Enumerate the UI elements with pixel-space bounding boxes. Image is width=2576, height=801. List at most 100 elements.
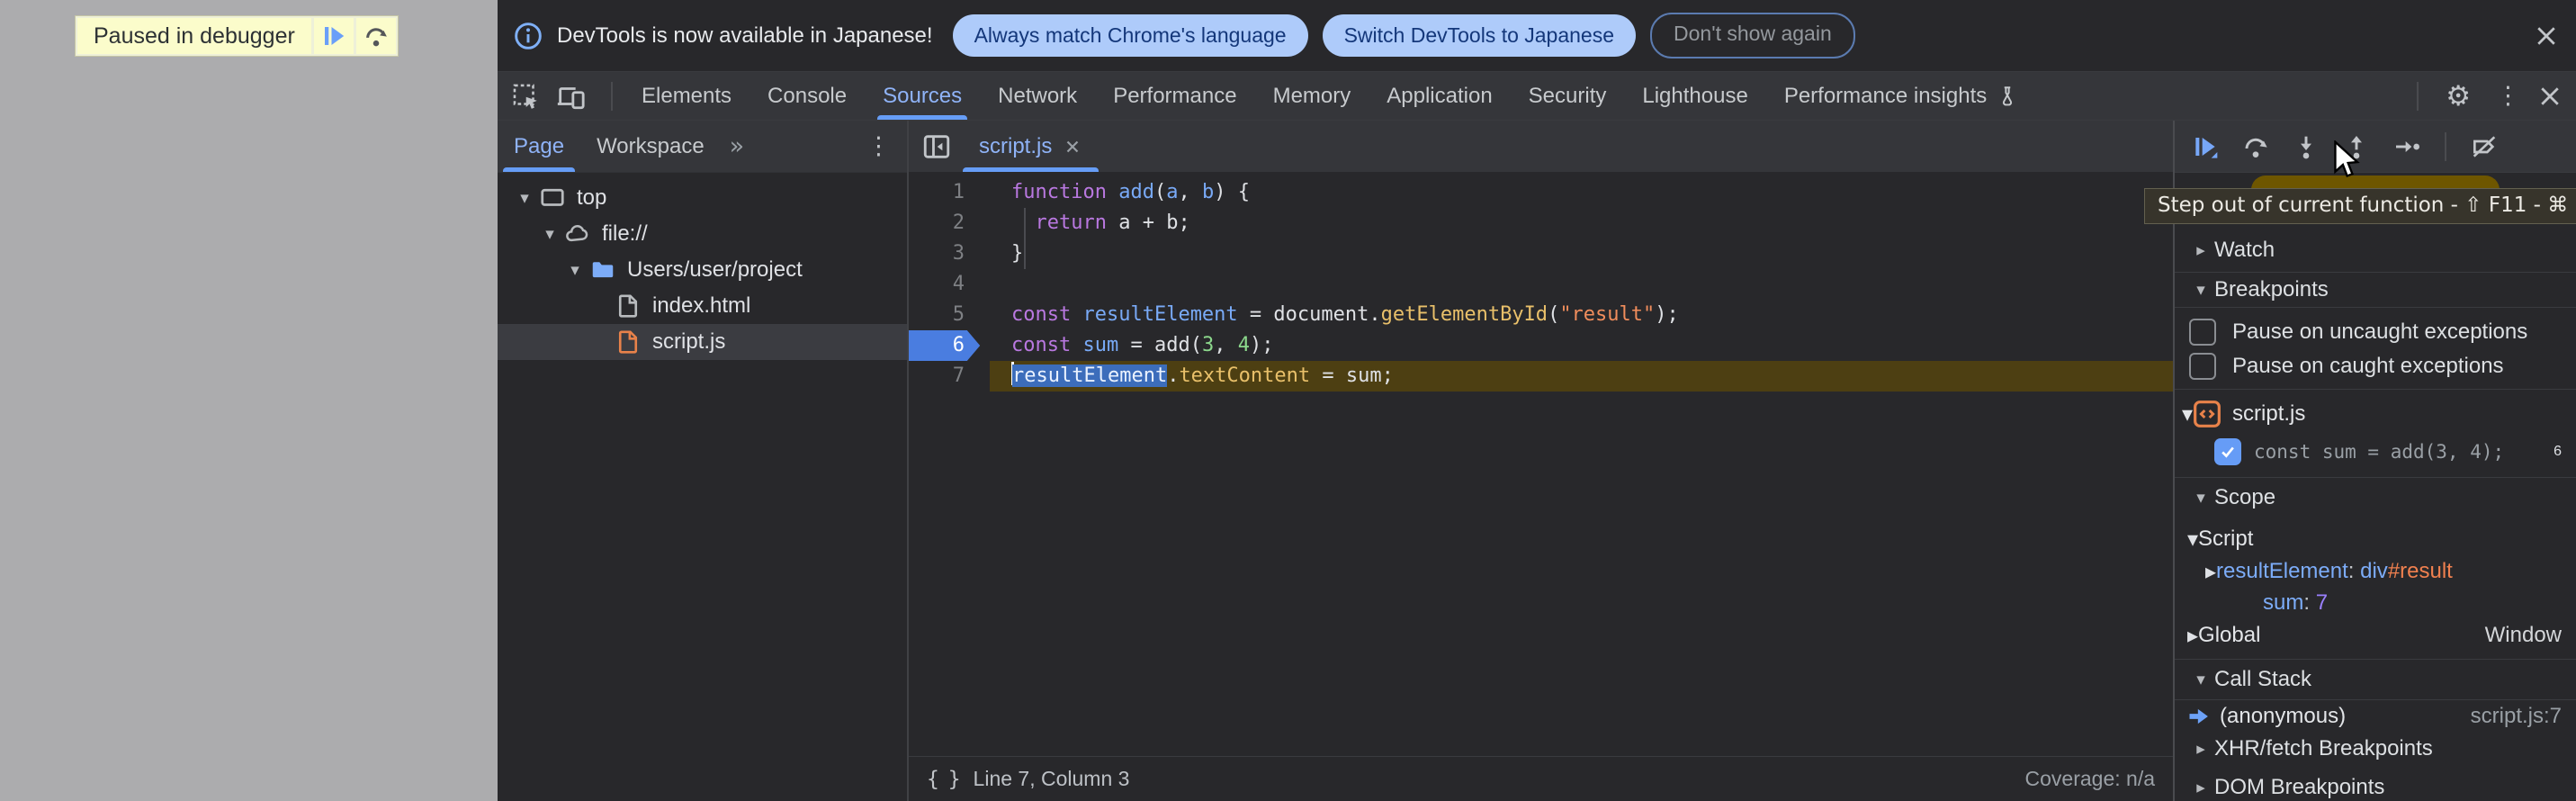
line-number[interactable]: 4 [909,269,990,300]
code-line-6[interactable]: 6const sum = add(3, 4); [909,330,2173,361]
xhr-breakpoints-header[interactable]: ▸ XHR/fetch Breakpoints [2175,729,2576,768]
breakpoint-badge[interactable]: 6 [909,330,990,361]
resume-script-icon[interactable] [2191,132,2220,161]
breakpoint-file-group[interactable]: ▾ script.js [2175,395,2576,433]
code-text[interactable]: function add(a, b) { [990,177,2173,208]
step-into-icon[interactable] [2292,132,2320,161]
tab-network[interactable]: Network [980,72,1095,120]
code-token: b [1202,181,1214,203]
chevron-down-icon: ▾ [2175,526,2198,552]
watch-section-header[interactable]: ▸ Watch [2175,228,2576,273]
code-text[interactable]: const resultElement = document.getElemen… [990,300,2173,330]
tab-performance-insights[interactable]: Performance insights [1766,72,2037,120]
settings-gear-icon[interactable]: ⚙ [2437,80,2480,112]
match-language-button[interactable]: Always match Chrome's language [953,14,1308,57]
tab-lighthouse[interactable]: Lighthouse [1624,72,1765,120]
tab-label: Performance [1113,84,1236,109]
code-line-5[interactable]: 5const resultElement = document.getEleme… [909,300,2173,330]
tab-performance[interactable]: Performance [1095,72,1254,120]
editor-tab-scriptjs[interactable]: script.js [963,121,1099,172]
debugger-toolbar [2175,121,2576,173]
chevron-down-icon[interactable]: ▾ [537,224,562,244]
code-token: getElementById [1381,303,1548,326]
line-number[interactable]: 7 [909,361,990,392]
folder-icon [588,256,618,284]
code-text[interactable]: const sum = add(3, 4); [990,330,2173,361]
code-text[interactable]: return a + b; [990,208,2173,238]
devtools-close-icon[interactable] [2536,83,2563,110]
more-tabs-icon[interactable]: » [721,121,754,172]
tab-elements[interactable]: Elements [624,72,749,120]
breakpoints-section-header[interactable]: ▾ Breakpoints [2175,273,2576,308]
tab-sources[interactable]: Sources [865,72,980,120]
callstack-frame[interactable]: (anonymous) script.js:7 [2175,700,2576,729]
code-line-3[interactable]: 3} [909,238,2173,269]
scope-section-header[interactable]: ▾ Scope [2175,478,2576,517]
switch-japanese-button[interactable]: Switch DevTools to Japanese [1323,14,1636,57]
tab-memory[interactable]: Memory [1255,72,1369,120]
pause-caught-row[interactable]: Pause on caught exceptions [2175,349,2576,383]
callstack-title: Call Stack [2214,667,2311,692]
chevron-down-icon[interactable]: ▾ [562,260,588,280]
navigator-menu-icon[interactable]: ⋮ [857,121,900,172]
tree-item-top[interactable]: ▾top [498,180,907,216]
dom-breakpoints-header[interactable]: ▸ DOM Breakpoints [2175,768,2576,801]
code-line-4[interactable]: 4 [909,269,2173,300]
pause-uncaught-row[interactable]: Pause on uncaught exceptions [2175,315,2576,349]
scope-group-script[interactable]: ▾ Script [2175,522,2576,555]
code-token: = document. [1238,303,1381,326]
tab-application[interactable]: Application [1369,72,1510,120]
tab-close-icon[interactable] [1063,137,1082,157]
main-toolbar: Elements ConsoleSourcesNetwork Performance… [498,72,2576,121]
pretty-print-icon[interactable]: { } [927,768,959,791]
scope-group-global[interactable]: ▸ Global Window [2175,618,2576,652]
chevron-right-icon: ▸ [2175,739,2214,759]
code-token: , [1214,334,1238,356]
breakpoints-title: Breakpoints [2214,277,2329,302]
callstack-section-header[interactable]: ▾ Call Stack [2175,660,2576,700]
pause-caught-checkbox[interactable] [2189,353,2216,380]
var-separator: : [2348,559,2360,584]
breakpoint-entry[interactable]: const sum = add(3, 4); 6 [2175,433,2576,470]
tree-item-index-html[interactable]: index.html [498,288,907,324]
resume-script-button[interactable] [314,18,354,54]
code-area[interactable]: 1function add(a, b) {2 return a + b;3}45… [909,172,2173,756]
line-number[interactable]: 3 [909,238,990,269]
more-options-icon[interactable]: ⋮ [2487,82,2529,110]
breakpoint-line-number: 6 [2554,444,2562,460]
inspect-element-icon[interactable] [510,81,541,112]
paused-execution-line[interactable]: resultElement.textContent = sum; [990,361,2173,392]
tree-item-script-js[interactable]: script.js [498,324,907,360]
line-number[interactable]: 1 [909,177,990,208]
deactivate-breakpoints-icon[interactable] [2470,132,2499,161]
collapse-sidebar-icon[interactable] [921,131,952,162]
paused-in-debugger-overlay: Paused in debugger [75,15,399,57]
step-over-button-overlay[interactable] [356,18,396,54]
breakpoint-code: const sum = add(3, 4); [2254,441,2504,463]
tab-security[interactable]: Security [1511,72,1625,120]
dont-show-again-button[interactable]: Don't show again [1650,13,1855,58]
step-icon[interactable] [2392,132,2421,161]
code-line-2[interactable]: 2 return a + b; [909,208,2173,238]
pause-uncaught-checkbox[interactable] [2189,319,2216,346]
tab-console[interactable]: Console [749,72,865,120]
chevron-down-icon[interactable]: ▾ [512,188,537,208]
code-text[interactable] [990,269,2173,300]
tab-label: Memory [1273,84,1351,109]
step-over-icon[interactable] [2241,132,2270,161]
tree-item-users-user-project[interactable]: ▾Users/user/project [498,252,907,288]
code-line-7[interactable]: 7resultElement.textContent = sum; [909,361,2173,392]
tree-item-file[interactable]: ▾file:// [498,216,907,252]
tab-workspace[interactable]: Workspace [580,121,721,172]
line-number[interactable]: 2 [909,208,990,238]
device-toolbar-icon[interactable] [555,81,586,112]
line-number[interactable]: 5 [909,300,990,330]
tab-page[interactable]: Page [498,121,580,172]
breakpoint-checkbox[interactable] [2214,438,2241,465]
code-line-1[interactable]: 1function add(a, b) { [909,177,2173,208]
notification-close-icon[interactable] [2533,22,2560,50]
scope-var-resultelement[interactable]: ▸ resultElement: div#result [2175,555,2576,587]
tab-label: Elements [642,84,732,109]
code-text[interactable]: } [990,238,2173,269]
scope-var-sum[interactable]: sum: 7 [2175,587,2576,618]
